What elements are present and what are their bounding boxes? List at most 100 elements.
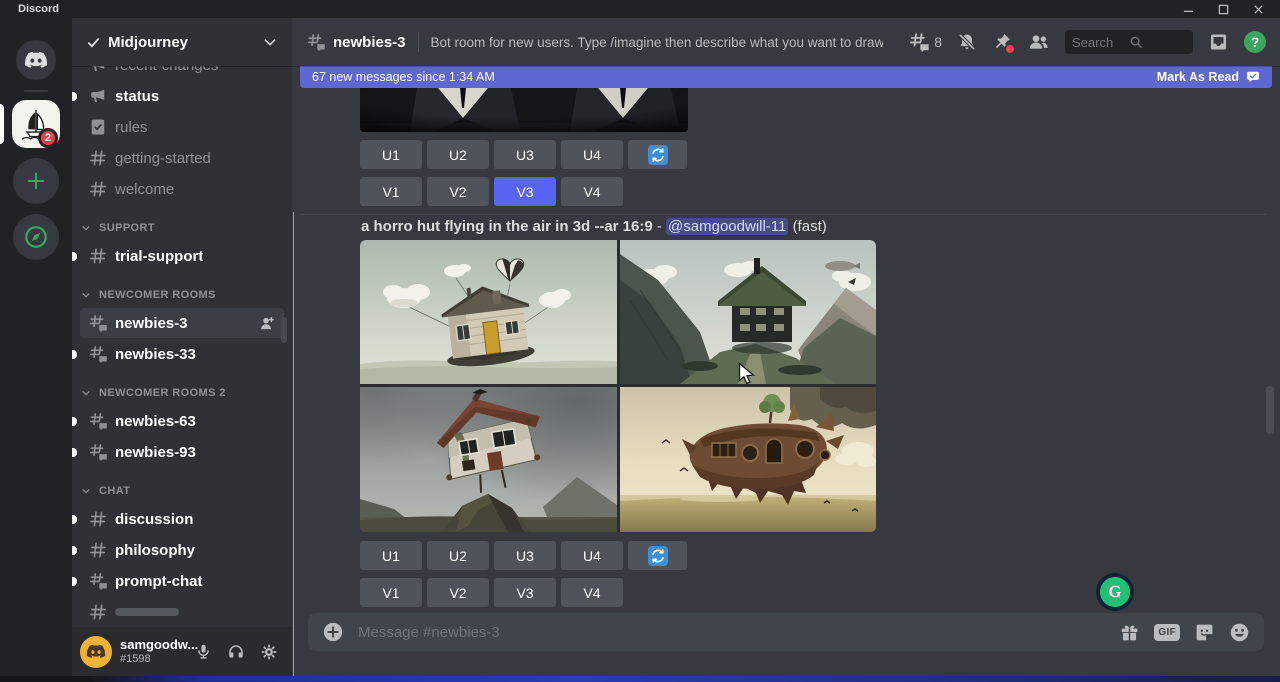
threads-icon <box>908 31 930 53</box>
emoji-picker-icon[interactable] <box>1229 622 1250 643</box>
explore-servers-button[interactable] <box>13 214 59 260</box>
upscale-button-u4[interactable]: U4 <box>561 541 623 570</box>
generated-image-1[interactable] <box>360 240 617 384</box>
message-content: a horro hut flying in the air in 3d --ar… <box>361 218 827 235</box>
search-input[interactable]: Search <box>1065 30 1193 54</box>
channel-item-newbies-93[interactable]: newbies-93 <box>80 437 284 467</box>
generated-image-3[interactable] <box>360 387 617 532</box>
pinned-messages-button[interactable] <box>992 32 1012 52</box>
channel-label: rules <box>115 119 148 136</box>
header-divider <box>418 32 419 52</box>
settings-gear-icon[interactable] <box>260 643 278 661</box>
channel-item-status[interactable]: status <box>80 81 284 111</box>
category-support[interactable]: SUPPORT <box>72 216 292 240</box>
channel-label <box>115 608 179 616</box>
user-mention[interactable]: @samgoodwill-11 <box>666 218 788 235</box>
grammarly-badge[interactable]: G <box>1096 573 1134 611</box>
channel-item-rules[interactable]: rules <box>80 112 284 142</box>
sticker-icon[interactable] <box>1194 622 1215 643</box>
attach-plus-icon[interactable] <box>322 621 344 643</box>
variation-button-v1[interactable]: V1 <box>360 177 422 206</box>
variation-button-v3[interactable]: V3 <box>494 177 556 206</box>
upscale-button-u1[interactable]: U1 <box>360 541 422 570</box>
mode-label: (fast) <box>793 218 827 235</box>
inbox-button[interactable] <box>1208 32 1229 52</box>
upscale-button-u3[interactable]: U3 <box>494 140 556 169</box>
variation-button-v4[interactable]: V4 <box>561 177 623 206</box>
close-button[interactable] <box>1253 4 1264 15</box>
variation-button-v2[interactable]: V2 <box>427 177 489 206</box>
chevron-down-icon <box>81 486 95 496</box>
channel-item-newbies-3[interactable]: newbies-3 <box>80 308 284 338</box>
user-avatar[interactable] <box>80 636 112 668</box>
threads-button[interactable]: 8 <box>908 31 942 53</box>
new-messages-banner[interactable]: 67 new messages since 1:34 AM Mark As Re… <box>300 66 1272 88</box>
channel-item-welcome[interactable]: welcome <box>80 174 284 204</box>
channel-item-discussion[interactable]: discussion <box>80 504 284 534</box>
channel-topic[interactable]: Bot room for new users. Type /imagine th… <box>431 35 883 50</box>
variation-button-v1[interactable]: V1 <box>360 578 422 607</box>
upscale-button-u2[interactable]: U2 <box>427 541 489 570</box>
create-invite-icon[interactable] <box>259 315 276 332</box>
variation-button-v4[interactable]: V4 <box>561 578 623 607</box>
member-list-button[interactable] <box>1027 32 1050 52</box>
channel-item-philosophy[interactable]: philosophy <box>80 535 284 565</box>
channel-item-getting-started[interactable]: getting-started <box>80 143 284 173</box>
category-newcomer-rooms[interactable]: NEWCOMER ROOMS <box>72 283 292 307</box>
home-button[interactable] <box>16 40 56 80</box>
previous-message-image[interactable] <box>360 88 688 132</box>
image-grid <box>360 240 876 532</box>
reroll-button[interactable] <box>628 541 687 570</box>
server-mention-badge: 2 <box>38 128 58 148</box>
message-input[interactable]: Message #newbies-3 GIF <box>308 613 1264 651</box>
unread-indicator <box>72 252 77 261</box>
thread-count: 8 <box>934 34 942 50</box>
discord-mascot-icon <box>86 644 106 659</box>
unread-indicator <box>72 92 77 101</box>
gif-picker-icon[interactable]: GIF <box>1154 624 1180 641</box>
megaphone-icon <box>88 66 108 75</box>
category-chat[interactable]: CHAT <box>72 479 292 503</box>
generated-image-2[interactable] <box>620 240 876 384</box>
unread-indicator <box>72 350 77 359</box>
channel-label: prompt-chat <box>115 573 203 590</box>
hash-thread-icon <box>88 344 108 364</box>
megaphone-icon <box>88 86 108 106</box>
channel-item-trial-support[interactable]: trial-support <box>80 241 284 271</box>
variation-button-v3[interactable]: V3 <box>494 578 556 607</box>
generated-image-4[interactable] <box>620 387 876 532</box>
unread-indicator <box>72 515 77 524</box>
chat-scrollbar-thumb[interactable] <box>1266 386 1274 434</box>
hash-thread-icon <box>88 571 108 591</box>
channel-label: status <box>115 88 159 105</box>
headphones-icon[interactable] <box>227 643 245 661</box>
channel-item-recent-changes[interactable]: recent-changes <box>80 66 284 80</box>
minimize-button[interactable] <box>1183 4 1194 15</box>
hash-icon <box>88 179 108 199</box>
hash-icon <box>88 246 108 266</box>
server-header[interactable]: Midjourney <box>72 18 292 66</box>
category-newcomer-rooms-2[interactable]: NEWCOMER ROOMS 2 <box>72 381 292 405</box>
sidebar-scrollbar-thumb[interactable] <box>281 317 287 343</box>
channel-item-prompt-chat[interactable]: prompt-chat <box>80 566 284 596</box>
maximize-button[interactable] <box>1218 4 1229 15</box>
window-title: Discord <box>18 3 59 15</box>
search-icon <box>1129 35 1186 49</box>
upscale-button-u4[interactable]: U4 <box>561 140 623 169</box>
upscale-button-u3[interactable]: U3 <box>494 541 556 570</box>
help-button[interactable]: ? <box>1244 31 1266 53</box>
gift-icon[interactable] <box>1119 622 1140 643</box>
channel-item-newbies-63[interactable]: newbies-63 <box>80 406 284 436</box>
mark-as-read-button[interactable]: Mark As Read <box>1157 70 1239 84</box>
unread-indicator <box>72 546 77 555</box>
notifications-muted-button[interactable] <box>957 32 977 52</box>
channel-item-partial[interactable] <box>80 597 284 627</box>
add-server-button[interactable] <box>13 158 59 204</box>
mic-icon[interactable] <box>195 643 212 660</box>
variation-button-v2[interactable]: V2 <box>427 578 489 607</box>
upscale-button-u1[interactable]: U1 <box>360 140 422 169</box>
channel-label: newbies-33 <box>115 346 196 363</box>
reroll-button[interactable] <box>628 140 687 169</box>
upscale-button-u2[interactable]: U2 <box>427 140 489 169</box>
channel-item-newbies-33[interactable]: newbies-33 <box>80 339 284 369</box>
